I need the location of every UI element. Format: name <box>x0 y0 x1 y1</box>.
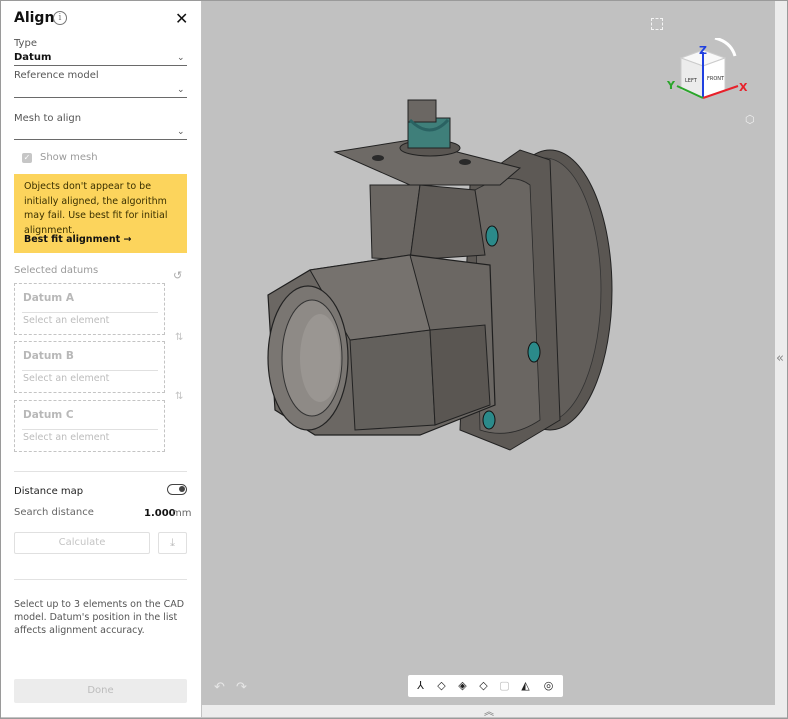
search-distance-unit: mm <box>172 508 192 519</box>
cad-model[interactable] <box>260 90 630 475</box>
navcube-front-face: FRONT <box>707 76 725 82</box>
close-icon[interactable]: ✕ <box>175 9 188 28</box>
chevron-down-icon[interactable]: ⌄ <box>177 127 185 137</box>
type-select[interactable]: Datum <box>14 52 51 63</box>
reference-model-select[interactable] <box>14 97 187 98</box>
axis-x-label: X <box>739 81 748 94</box>
undo-icon[interactable]: ↶ <box>214 680 225 695</box>
view-side-icon[interactable]: ◇ <box>475 677 492 694</box>
reset-icon[interactable]: ↺ <box>173 269 182 282</box>
swap-icon[interactable]: ⇅ <box>175 391 183 402</box>
view-toolbar: ⅄ ◇ ◈ ◇ ▢ ◭ ◎ <box>408 675 563 697</box>
search-distance-input[interactable]: 1.000 <box>144 508 176 519</box>
download-icon[interactable]: ⤓ <box>158 532 187 554</box>
datum-c-slot[interactable]: Datum C Select an element <box>14 400 165 452</box>
selected-datums-label: Selected datums <box>14 265 99 276</box>
datum-title: Datum C <box>23 409 74 421</box>
chevron-down-icon[interactable]: ⌄ <box>177 85 185 95</box>
datum-hint: Select an element <box>23 432 110 443</box>
view-transparent-icon[interactable]: ▢ <box>496 677 513 694</box>
axis-y-label: Y <box>666 79 676 92</box>
datum-a-slot[interactable]: Datum A Select an element <box>14 283 165 335</box>
datum-hint: Select an element <box>23 373 110 384</box>
view-iso-icon[interactable]: ◇ <box>433 677 450 694</box>
axes-icon[interactable]: ⅄ <box>412 677 429 694</box>
redo-icon[interactable]: ↷ <box>236 680 247 695</box>
datum-hint: Select an element <box>23 315 110 326</box>
alignment-warning: Objects don't appear to be initially ali… <box>14 174 187 253</box>
type-label: Type <box>14 38 37 49</box>
align-panel: Align i ✕ Type Datum ⌄ Reference model ⌄… <box>1 1 201 717</box>
calculate-button[interactable]: Calculate <box>14 532 150 554</box>
view-front-icon[interactable]: ◈ <box>454 677 471 694</box>
reference-model-label: Reference model <box>14 70 99 81</box>
warning-text: Objects don't appear to be initially ali… <box>24 181 168 236</box>
axis-z-label: Z <box>699 44 707 57</box>
mesh-to-align-select[interactable] <box>14 139 187 140</box>
datum-b-slot[interactable]: Datum B Select an element <box>14 341 165 393</box>
view-section-icon[interactable]: ◭ <box>517 677 534 694</box>
navigation-cube[interactable]: LEFT FRONT Z X Y <box>663 38 753 113</box>
best-fit-alignment-link[interactable]: Best fit alignment → <box>24 234 132 245</box>
distance-map-label: Distance map <box>14 486 84 497</box>
info-icon[interactable]: i <box>53 11 67 25</box>
view-cube-icon[interactable]: ⬡ <box>745 113 755 126</box>
navcube-left-face: LEFT <box>685 78 698 84</box>
datum-title: Datum B <box>23 350 74 362</box>
search-distance-label: Search distance <box>14 507 94 518</box>
target-icon[interactable]: ◎ <box>540 677 557 694</box>
panel-title: Align <box>14 10 55 26</box>
show-mesh-checkbox[interactable]: ✓ <box>22 153 32 163</box>
chevron-down-icon[interactable]: ⌄ <box>177 53 185 63</box>
datum-title: Datum A <box>23 292 75 304</box>
double-chevron-up-icon[interactable]: ︽ <box>484 703 494 718</box>
distance-map-toggle[interactable] <box>167 484 187 495</box>
help-text: Select up to 3 elements on the CAD model… <box>14 599 185 636</box>
fit-view-icon[interactable] <box>651 18 663 30</box>
swap-icon[interactable]: ⇅ <box>175 332 183 343</box>
double-chevron-left-icon[interactable]: « <box>776 351 784 366</box>
mesh-to-align-label: Mesh to align <box>14 113 82 124</box>
show-mesh-label: Show mesh <box>40 152 98 163</box>
done-button[interactable]: Done <box>14 679 187 703</box>
